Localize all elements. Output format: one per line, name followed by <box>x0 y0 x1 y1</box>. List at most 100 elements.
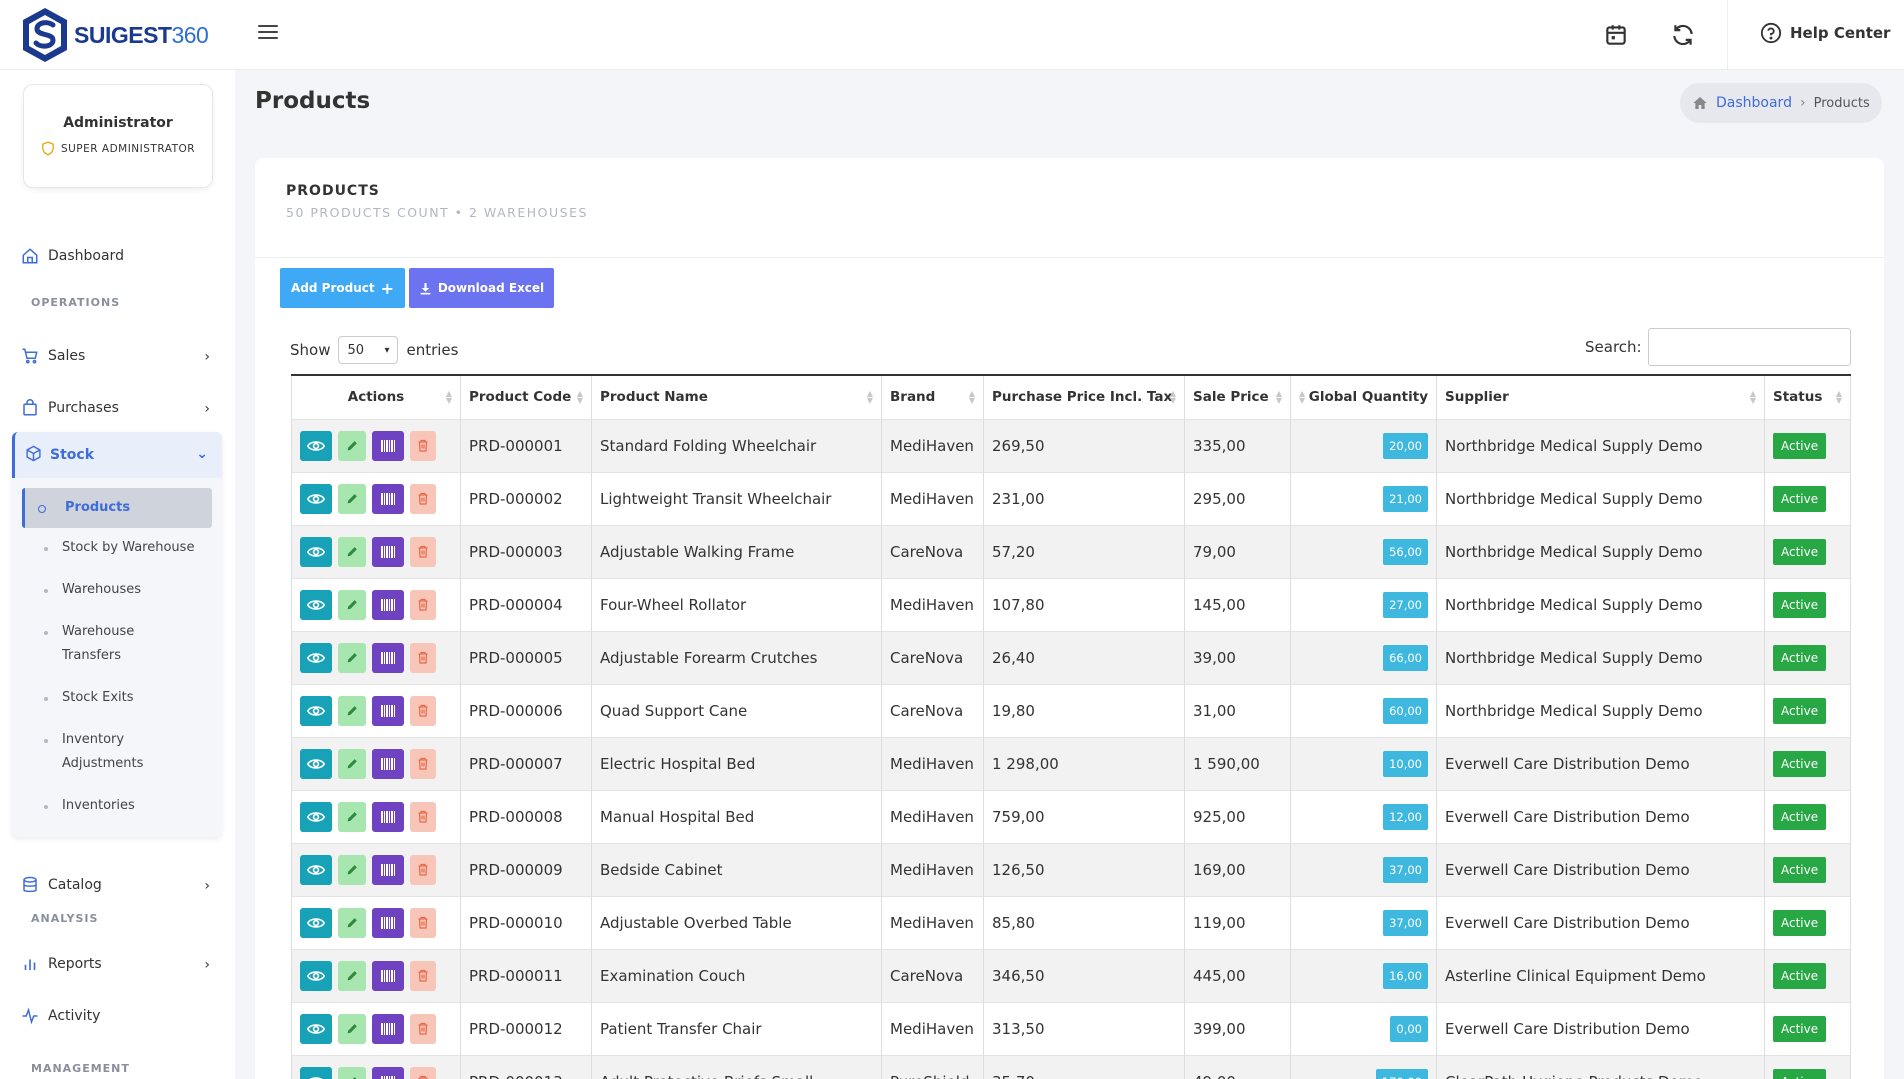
view-button[interactable] <box>300 1013 332 1044</box>
sidebar-item-catalog[interactable]: Catalog › <box>20 865 220 905</box>
delete-button[interactable] <box>410 1013 436 1044</box>
column-header-label: Product Code <box>469 389 572 406</box>
top-bar: SUIGEST360 Help Center <box>0 0 1904 70</box>
column-header-status[interactable]: Status ▲ ▼ <box>1764 374 1851 419</box>
page-length-select[interactable]: 50 ▾ <box>338 336 399 364</box>
column-header-sale-price[interactable]: Sale Price ▲ ▼ <box>1184 374 1291 419</box>
view-button[interactable] <box>300 854 332 885</box>
sidebar-item-dashboard[interactable]: Dashboard <box>20 236 220 276</box>
column-header-product-code[interactable]: Product Code ▲ ▼ <box>460 374 592 419</box>
delete-button[interactable] <box>410 695 436 726</box>
status-cell: Active <box>1764 683 1851 737</box>
edit-button[interactable] <box>338 960 366 991</box>
view-button[interactable] <box>300 483 332 514</box>
edit-button[interactable] <box>338 589 366 620</box>
sidebar-subitem-warehouses[interactable]: Warehouses <box>22 578 212 602</box>
barcode-button[interactable] <box>372 1013 404 1044</box>
column-header-brand[interactable]: Brand ▲ ▼ <box>881 374 984 419</box>
delete-button[interactable] <box>410 642 436 673</box>
edit-button[interactable] <box>338 695 366 726</box>
menu-toggle-icon[interactable] <box>258 25 278 43</box>
logo-text: SUIGEST360 <box>74 22 209 49</box>
barcode-button[interactable] <box>372 854 404 885</box>
sidebar-subitem-stock-by-warehouse[interactable]: Stock by Warehouse <box>22 536 212 560</box>
edit-button[interactable] <box>338 801 366 832</box>
delete-button[interactable] <box>410 483 436 514</box>
edit-button[interactable] <box>338 483 366 514</box>
view-button[interactable] <box>300 1066 332 1079</box>
delete-button[interactable] <box>410 801 436 832</box>
status-cell: Active <box>1764 418 1851 472</box>
view-button[interactable] <box>300 642 332 673</box>
calendar-icon[interactable] <box>1603 22 1629 48</box>
delete-button[interactable] <box>410 589 436 620</box>
view-button[interactable] <box>300 589 332 620</box>
view-button[interactable] <box>300 695 332 726</box>
barcode-button[interactable] <box>372 536 404 567</box>
sidebar-subitem-stock-exits[interactable]: Stock Exits <box>22 686 212 710</box>
sidebar-item-stock[interactable]: Stock ⌄ <box>12 432 222 478</box>
profile-role-label: SUPER ADMINISTRATOR <box>60 142 196 155</box>
sidebar-subitem-products[interactable]: Products <box>22 488 212 528</box>
delete-button[interactable] <box>410 907 436 938</box>
column-header-product-name[interactable]: Product Name ▲ ▼ <box>591 374 882 419</box>
edit-button[interactable] <box>338 642 366 673</box>
column-header-global-quantity[interactable]: ▲ ▼ Global Quantity <box>1290 374 1437 419</box>
edit-button[interactable] <box>338 854 366 885</box>
barcode-button[interactable] <box>372 1066 404 1079</box>
add-product-button[interactable]: Add Product + <box>280 268 405 308</box>
barcode-button[interactable] <box>372 801 404 832</box>
view-button[interactable] <box>300 907 332 938</box>
column-header-actions[interactable]: Actions ▲ ▼ <box>291 374 461 419</box>
barcode-button[interactable] <box>372 642 404 673</box>
search-input[interactable] <box>1648 328 1851 366</box>
delete-button[interactable] <box>410 854 436 885</box>
sidebar-item-purchases[interactable]: Purchases › <box>20 388 220 428</box>
view-button[interactable] <box>300 430 332 461</box>
barcode-button[interactable] <box>372 960 404 991</box>
delete-button[interactable] <box>410 960 436 991</box>
sidebar-item-sales[interactable]: Sales › <box>20 336 220 376</box>
help-center-link[interactable]: Help Center <box>1760 22 1890 44</box>
products-table: Actions ▲ ▼ Product Code ▲ ▼ Product Name ▲ ▼ … <box>291 374 1851 1079</box>
edit-button[interactable] <box>338 907 366 938</box>
download-excel-button[interactable]: Download Excel <box>409 268 554 308</box>
profile-card[interactable]: Administrator SUPER ADMINISTRATOR <box>23 84 213 188</box>
view-button[interactable] <box>300 536 332 567</box>
sidebar-item-activity[interactable]: Activity <box>20 996 220 1036</box>
barcode-button[interactable] <box>372 430 404 461</box>
delete-button[interactable] <box>410 536 436 567</box>
refresh-icon[interactable] <box>1670 22 1696 48</box>
edit-button[interactable] <box>338 1066 366 1079</box>
logo[interactable]: SUIGEST360 <box>20 6 209 64</box>
pencil-icon <box>346 704 359 717</box>
view-button[interactable] <box>300 960 332 991</box>
delete-button[interactable] <box>410 1066 436 1079</box>
edit-button[interactable] <box>338 430 366 461</box>
view-button[interactable] <box>300 748 332 779</box>
edit-button[interactable] <box>338 536 366 567</box>
column-header-label: Brand <box>890 389 936 406</box>
delete-button[interactable] <box>410 430 436 461</box>
sidebar-subitem-inventories[interactable]: Inventories <box>22 794 212 818</box>
column-header-purchase-price[interactable]: Purchase Price Incl. Tax ▲ ▼ <box>983 374 1185 419</box>
chevron-right-icon: › <box>204 957 210 973</box>
sidebar-subitem-inventory-adjustments[interactable]: Inventory Adjustments <box>22 728 162 776</box>
edit-button[interactable] <box>338 1013 366 1044</box>
supplier-cell: Northbridge Medical Supply Demo <box>1436 577 1765 631</box>
edit-button[interactable] <box>338 748 366 779</box>
view-button[interactable] <box>300 801 332 832</box>
barcode-button[interactable] <box>372 483 404 514</box>
sidebar-subitem-warehouse-transfers[interactable]: Warehouse Transfers <box>22 620 162 668</box>
sidebar-item-reports[interactable]: Reports › <box>20 944 220 984</box>
breadcrumb-dashboard-link[interactable]: Dashboard <box>1716 95 1792 111</box>
barcode-button[interactable] <box>372 589 404 620</box>
card-subtitle: 50 PRODUCTS COUNT • 2 WAREHOUSES <box>286 205 588 220</box>
column-header-supplier[interactable]: Supplier ▲ ▼ <box>1436 374 1765 419</box>
delete-button[interactable] <box>410 748 436 779</box>
pencil-icon <box>346 863 359 876</box>
barcode-button[interactable] <box>372 748 404 779</box>
column-header-label: Product Name <box>600 389 708 406</box>
barcode-button[interactable] <box>372 907 404 938</box>
barcode-button[interactable] <box>372 695 404 726</box>
